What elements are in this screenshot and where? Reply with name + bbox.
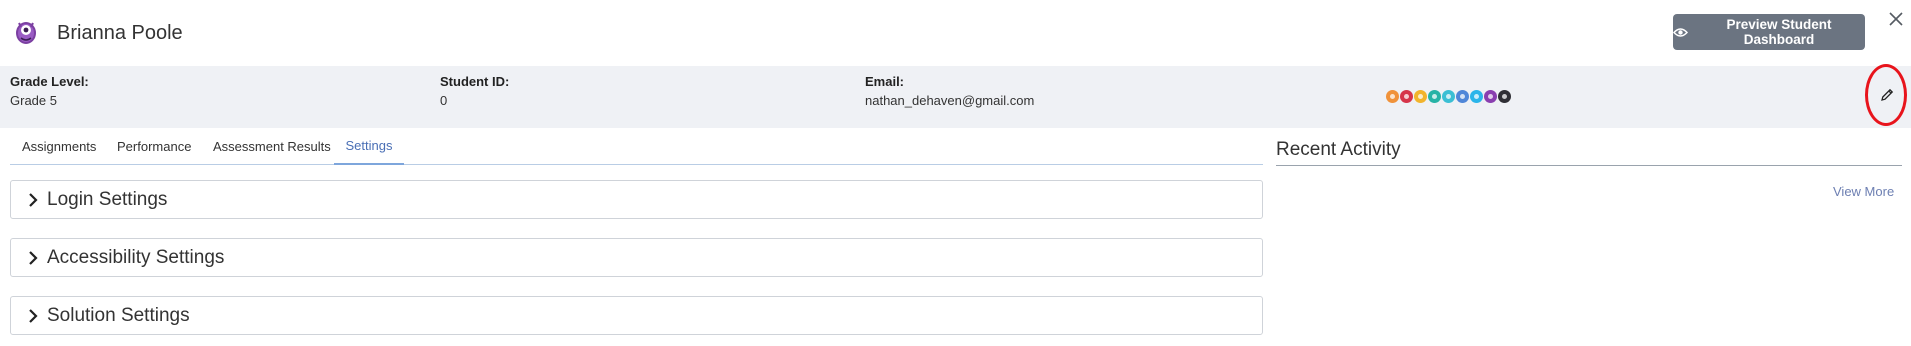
student-name: Brianna Poole [57, 22, 183, 44]
subject-badge-icon [1456, 90, 1469, 103]
subject-badge-icon [1428, 90, 1441, 103]
preview-student-dashboard-button[interactable]: Preview Student Dashboard [1673, 14, 1865, 50]
solution-settings-panel[interactable]: Solution Settings [10, 296, 1263, 335]
accessibility-settings-panel[interactable]: Accessibility Settings [10, 238, 1263, 277]
student-tabs: Assignments Performance Assessment Resul… [10, 128, 1263, 165]
purple-monster-icon [13, 18, 39, 46]
badge-dot [1502, 94, 1507, 99]
badge-dot [1460, 94, 1465, 99]
subject-badge-icon [1400, 90, 1413, 103]
panel-title: Solution Settings [47, 304, 190, 326]
badge-dot [1404, 94, 1409, 99]
tab-settings[interactable]: Settings [334, 128, 404, 165]
student-info-bar: Grade Level: Grade 5 Student ID: 0 Email… [0, 66, 1911, 128]
badge-dot [1418, 94, 1423, 99]
subject-badge-icon [1484, 90, 1497, 103]
login-settings-panel[interactable]: Login Settings [10, 180, 1263, 219]
badge-dot [1474, 94, 1479, 99]
grade-level-field: Grade Level: Grade 5 [10, 74, 89, 108]
chevron-right-icon [29, 193, 38, 207]
badge-dot [1432, 94, 1437, 99]
badge-dot [1390, 94, 1395, 99]
subject-badge-icon [1442, 90, 1455, 103]
pencil-icon[interactable] [1879, 87, 1895, 103]
email-field: Email: nathan_dehaven@gmail.com [865, 74, 1034, 108]
subject-badges [1386, 90, 1511, 103]
view-more-link[interactable]: View More [1833, 184, 1894, 199]
subject-badge-icon [1498, 90, 1511, 103]
preview-button-label: Preview Student Dashboard [1726, 17, 1832, 47]
chevron-right-icon [29, 251, 38, 265]
grade-level-value: Grade 5 [10, 93, 57, 108]
panel-title: Login Settings [47, 188, 168, 210]
subject-badge-icon [1386, 90, 1399, 103]
subject-badge-icon [1470, 90, 1483, 103]
email-label: Email: [865, 74, 905, 89]
recent-activity-title: Recent Activity [1276, 139, 1401, 160]
tab-assessment-results[interactable]: Assessment Results [213, 128, 331, 164]
grade-level-label: Grade Level: [10, 74, 89, 89]
close-icon[interactable] [1886, 9, 1906, 29]
eye-icon [1673, 27, 1688, 37]
badge-dot [1446, 94, 1451, 99]
recent-activity-divider [1276, 165, 1902, 166]
panel-title: Accessibility Settings [47, 246, 225, 268]
student-id-value: 0 [440, 93, 448, 108]
badge-dot [1488, 94, 1493, 99]
student-id-label: Student ID: [440, 74, 510, 89]
student-header: Brianna Poole Preview Student Dashboard [0, 0, 1911, 66]
chevron-right-icon [29, 309, 38, 323]
tab-assignments[interactable]: Assignments [22, 128, 96, 164]
email-value: nathan_dehaven@gmail.com [865, 93, 1035, 108]
subject-badge-icon [1414, 90, 1427, 103]
student-id-field: Student ID: 0 [440, 74, 509, 108]
tab-performance[interactable]: Performance [117, 128, 191, 164]
